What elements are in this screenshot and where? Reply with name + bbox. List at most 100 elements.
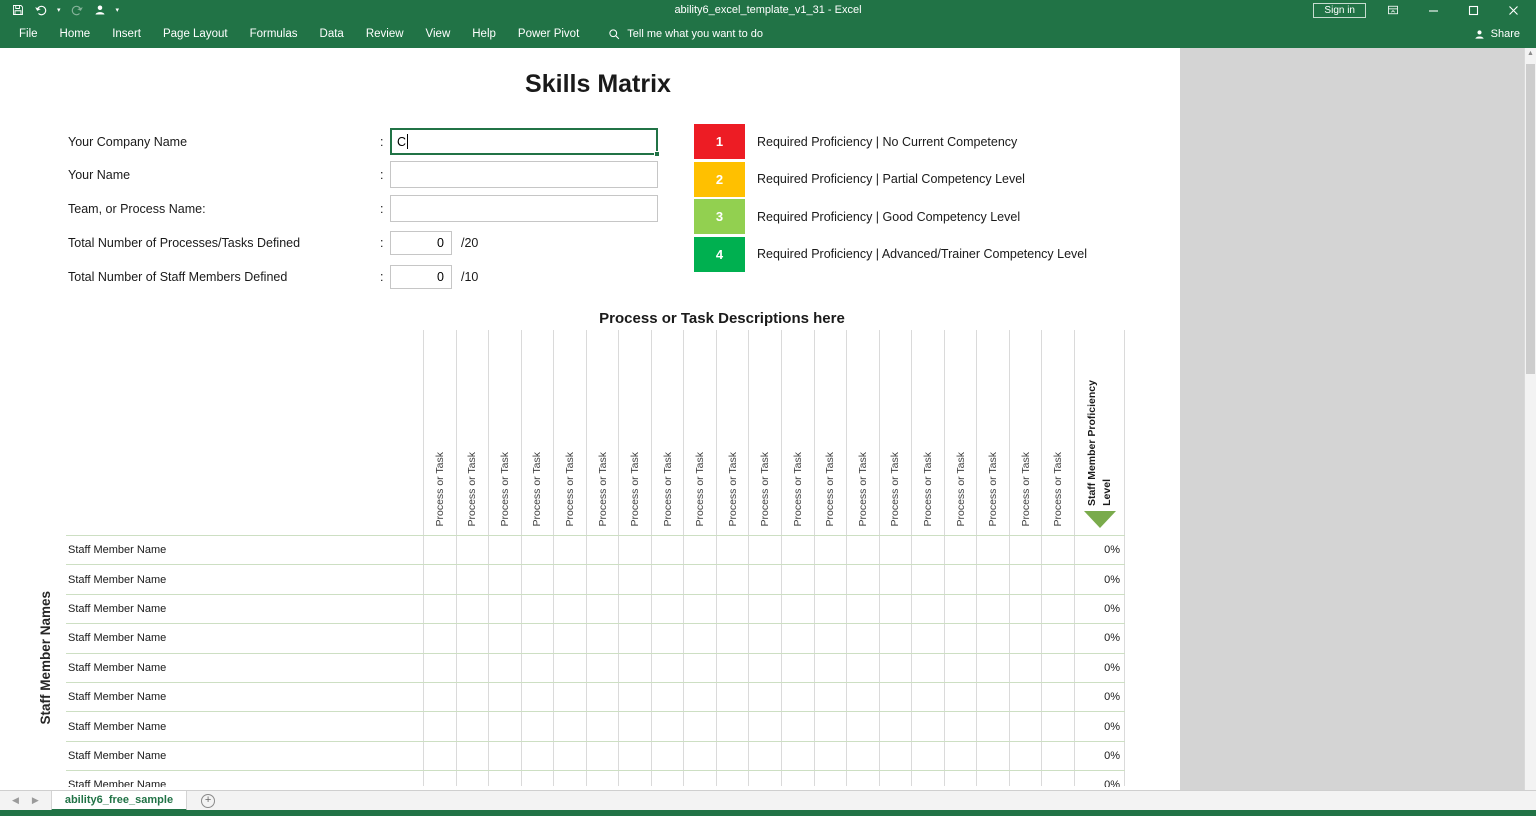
ribbon-tabs: File Home Insert Page Layout Formulas Da… [0, 20, 590, 48]
staff-row: Staff Member Name 0% [66, 624, 1125, 654]
tell-me-search[interactable]: Tell me what you want to do [608, 28, 763, 40]
colon-separator: : [380, 167, 384, 182]
your-name-input[interactable] [390, 161, 658, 188]
process-count-max: /20 [461, 235, 479, 250]
staff-row: Staff Member Name 0% [66, 712, 1125, 742]
quick-access-toolbar: ▾ ▾ [0, 4, 119, 16]
save-icon[interactable] [12, 4, 24, 16]
vertical-scrollbar[interactable]: ▲ [1524, 48, 1536, 790]
process-column-label: Process or Task [1019, 451, 1032, 527]
user-icon[interactable] [94, 4, 106, 16]
staff-row-name: Staff Member Name [68, 691, 167, 704]
redo-icon[interactable] [71, 5, 84, 16]
scroll-up-icon[interactable]: ▲ [1525, 50, 1536, 57]
ribbon-tab[interactable]: Review [355, 20, 415, 48]
process-column-label: Process or Task [856, 451, 869, 527]
previous-sheet-icon[interactable]: ◀ [12, 795, 19, 806]
staff-row-name: Staff Member Name [68, 632, 167, 645]
company-name-row: Your Company Name : C [68, 128, 660, 157]
process-column-label: Process or Task [466, 451, 479, 527]
colon-separator: : [380, 134, 384, 149]
process-column-label-wrap: Process or Task [619, 452, 651, 527]
worksheet-empty-area [1180, 48, 1524, 790]
next-sheet-icon[interactable]: ▶ [32, 795, 39, 806]
process-column-label-wrap: Process or Task [457, 452, 489, 527]
proficiency-legend: 1 Required Proficiency | No Current Comp… [694, 124, 1087, 272]
colon-separator: : [380, 235, 384, 250]
undo-icon[interactable] [34, 5, 47, 16]
excel-window: ▾ ▾ ability6_excel_template_v1_31 - Exce… [0, 0, 1536, 816]
legend-description: Required Proficiency | Good Competency L… [757, 209, 1021, 224]
process-column-label-wrap: Process or Task [880, 452, 912, 527]
process-column-label-wrap: Process or Task [1042, 452, 1074, 527]
process-count-value: 0 [437, 235, 444, 250]
ribbon-tab-bar: File Home Insert Page Layout Formulas Da… [0, 20, 1536, 48]
maximize-button[interactable] [1460, 0, 1486, 20]
process-count-row: Total Number of Processes/Tasks Defined … [68, 229, 478, 256]
staff-row-name: Staff Member Name [68, 720, 167, 733]
share-button[interactable]: Share [1474, 28, 1520, 40]
ribbon-tab[interactable]: View [415, 20, 462, 48]
staff-count-input[interactable]: 0 [390, 264, 452, 289]
process-column-label: Process or Task [791, 451, 804, 527]
staff-count-value: 0 [437, 269, 444, 284]
staff-row-proficiency: 0% [1104, 691, 1120, 704]
team-name-input[interactable] [390, 195, 658, 222]
staff-rows: Staff Member Name 0% Staff Member Name 0… [66, 535, 1125, 787]
staff-row: Staff Member Name 0% [66, 595, 1125, 625]
ribbon-tab[interactable]: Insert [101, 20, 152, 48]
process-column-label-wrap: Process or Task [587, 452, 619, 527]
text-caret [407, 134, 409, 149]
ribbon-display-options-icon[interactable] [1380, 0, 1406, 20]
legend-item: 4 Required Proficiency | Advanced/Traine… [694, 236, 1088, 272]
staff-row-proficiency: 0% [1104, 720, 1120, 733]
staff-row: Staff Member Name 0% [66, 771, 1125, 787]
process-column-label: Process or Task [661, 451, 674, 527]
process-column-label-wrap: Process or Task [522, 452, 554, 527]
page-title: Skills Matrix [525, 70, 671, 98]
company-name-input[interactable]: C [390, 128, 660, 157]
sign-in-button[interactable]: Sign in [1313, 2, 1366, 18]
sheet-tab-active[interactable]: ability6_free_sample [50, 790, 188, 811]
close-button[interactable] [1500, 0, 1526, 20]
staff-row: Staff Member Name 0% [66, 536, 1125, 566]
process-column-label-wrap: Process or Task [912, 452, 944, 527]
legend-level-swatch: 3 [694, 199, 745, 234]
process-column-label: Process or Task [954, 451, 967, 527]
ribbon-tab[interactable]: Formulas [239, 20, 309, 48]
legend-description: Required Proficiency | No Current Compet… [757, 134, 1018, 149]
process-column-label: Process or Task [1052, 451, 1065, 527]
share-label: Share [1490, 28, 1520, 40]
cell-fill-handle[interactable] [654, 151, 660, 157]
undo-dropdown-icon[interactable]: ▾ [57, 7, 61, 14]
ribbon-tab[interactable]: Help [461, 20, 507, 48]
ribbon-tab[interactable]: Data [309, 20, 355, 48]
legend-level-number: 1 [715, 134, 724, 149]
ribbon-tab[interactable]: Page Layout [152, 20, 239, 48]
process-count-input[interactable]: 0 [390, 230, 452, 255]
ribbon-tab[interactable]: Home [49, 20, 102, 48]
staff-row-proficiency: 0% [1104, 661, 1120, 674]
staff-count-row: Total Number of Staff Members Defined : … [68, 263, 478, 290]
legend-level-number: 4 [715, 246, 724, 262]
sheet-navigation: ◀ ▶ [0, 795, 51, 806]
minimize-button[interactable] [1420, 0, 1446, 20]
staff-row: Staff Member Name 0% [66, 742, 1125, 772]
process-column-label-wrap: Process or Task [652, 452, 684, 527]
new-sheet-icon[interactable]: + [201, 793, 216, 808]
vertical-scrollbar-thumb[interactable] [1526, 64, 1535, 374]
process-column-label: Process or Task [531, 451, 544, 527]
green-down-triangle-icon [1083, 511, 1116, 528]
process-column-label: Process or Task [824, 451, 837, 527]
staff-count-label: Total Number of Staff Members Defined [68, 269, 288, 284]
process-column-label-wrap: Process or Task [554, 452, 586, 527]
ribbon-tab[interactable]: File [8, 20, 49, 48]
tell-me-label: Tell me what you want to do [627, 28, 764, 40]
legend-level-swatch: 2 [694, 161, 745, 197]
staff-count-max: /10 [461, 269, 479, 284]
process-column-label-wrap: Process or Task [489, 452, 521, 527]
ribbon-tab[interactable]: Power Pivot [507, 20, 590, 48]
customize-qat-icon[interactable]: ▾ [116, 7, 120, 14]
share-person-icon [1474, 29, 1485, 40]
legend-description: Required Proficiency | Advanced/Trainer … [757, 247, 1088, 261]
